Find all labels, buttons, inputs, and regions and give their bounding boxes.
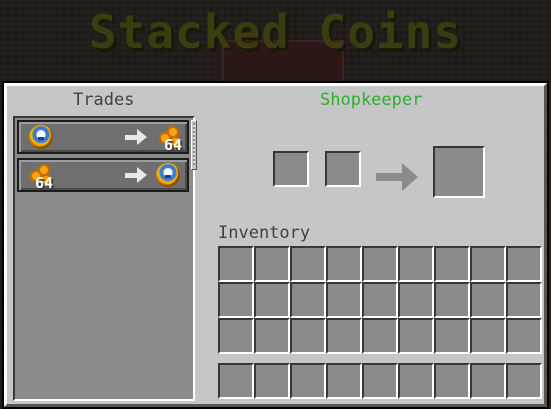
inventory-slot[interactable] [398,282,434,318]
inventory-slot[interactable] [362,282,398,318]
inventory-slot[interactable] [506,318,542,354]
trade-input-slot-2[interactable] [325,151,361,187]
hotbar-slot[interactable] [290,363,326,399]
inventory-slot[interactable] [254,318,290,354]
inventory-slot[interactable] [434,246,470,282]
trade-offer-1[interactable]: 64 [17,120,189,154]
input-count: 64 [35,174,54,192]
inventory-slot[interactable] [506,246,542,282]
blue-gold-coin-icon [156,163,180,187]
blue-gold-coin-icon [29,125,53,149]
hotbar-slot[interactable] [506,363,542,399]
trade-arrow-icon [125,129,147,145]
inventory-slot[interactable] [362,318,398,354]
hotbar-slot[interactable] [470,363,506,399]
banner-title: Stacked Coins [88,5,463,59]
trade-list-scrollbar[interactable] [191,120,197,170]
trade-result-slot[interactable] [433,146,485,198]
inventory-slot[interactable] [470,282,506,318]
inventory-slot[interactable] [218,246,254,282]
inventory-slot[interactable] [398,246,434,282]
hotbar-slot[interactable] [254,363,290,399]
shopkeeper-label: Shopkeeper [320,90,423,110]
inventory-slot[interactable] [326,282,362,318]
inventory-slot[interactable] [434,282,470,318]
inventory-slot[interactable] [326,318,362,354]
hotbar-slot[interactable] [434,363,470,399]
hotbar-slot[interactable] [326,363,362,399]
inventory-slot[interactable] [470,246,506,282]
trade-input-slot-1[interactable] [273,151,309,187]
trade-list: 64 64 [13,116,197,401]
inventory-slot[interactable] [398,318,434,354]
inventory-slot[interactable] [290,282,326,318]
inventory-slot[interactable] [254,246,290,282]
inventory-slot[interactable] [290,246,326,282]
hotbar-slot[interactable] [362,363,398,399]
output-count: 64 [164,136,183,154]
trade-result-arrow-icon [376,163,420,191]
trade-arrow-icon [125,167,147,183]
trades-label: Trades [73,90,135,110]
hotbar-slot[interactable] [218,363,254,399]
inventory-slot[interactable] [470,318,506,354]
inventory-slot[interactable] [290,318,326,354]
inventory-slot[interactable] [434,318,470,354]
inventory-slot[interactable] [362,246,398,282]
inventory-slot[interactable] [254,282,290,318]
inventory-slot[interactable] [506,282,542,318]
hotbar-slot[interactable] [398,363,434,399]
trade-offer-2[interactable]: 64 [17,158,189,192]
inventory-slot[interactable] [326,246,362,282]
inventory-label: Inventory [218,223,311,243]
merchant-window: Trades Shopkeeper 64 64 Inventory [4,83,547,407]
inventory-slot[interactable] [218,282,254,318]
inventory-slot[interactable] [218,318,254,354]
